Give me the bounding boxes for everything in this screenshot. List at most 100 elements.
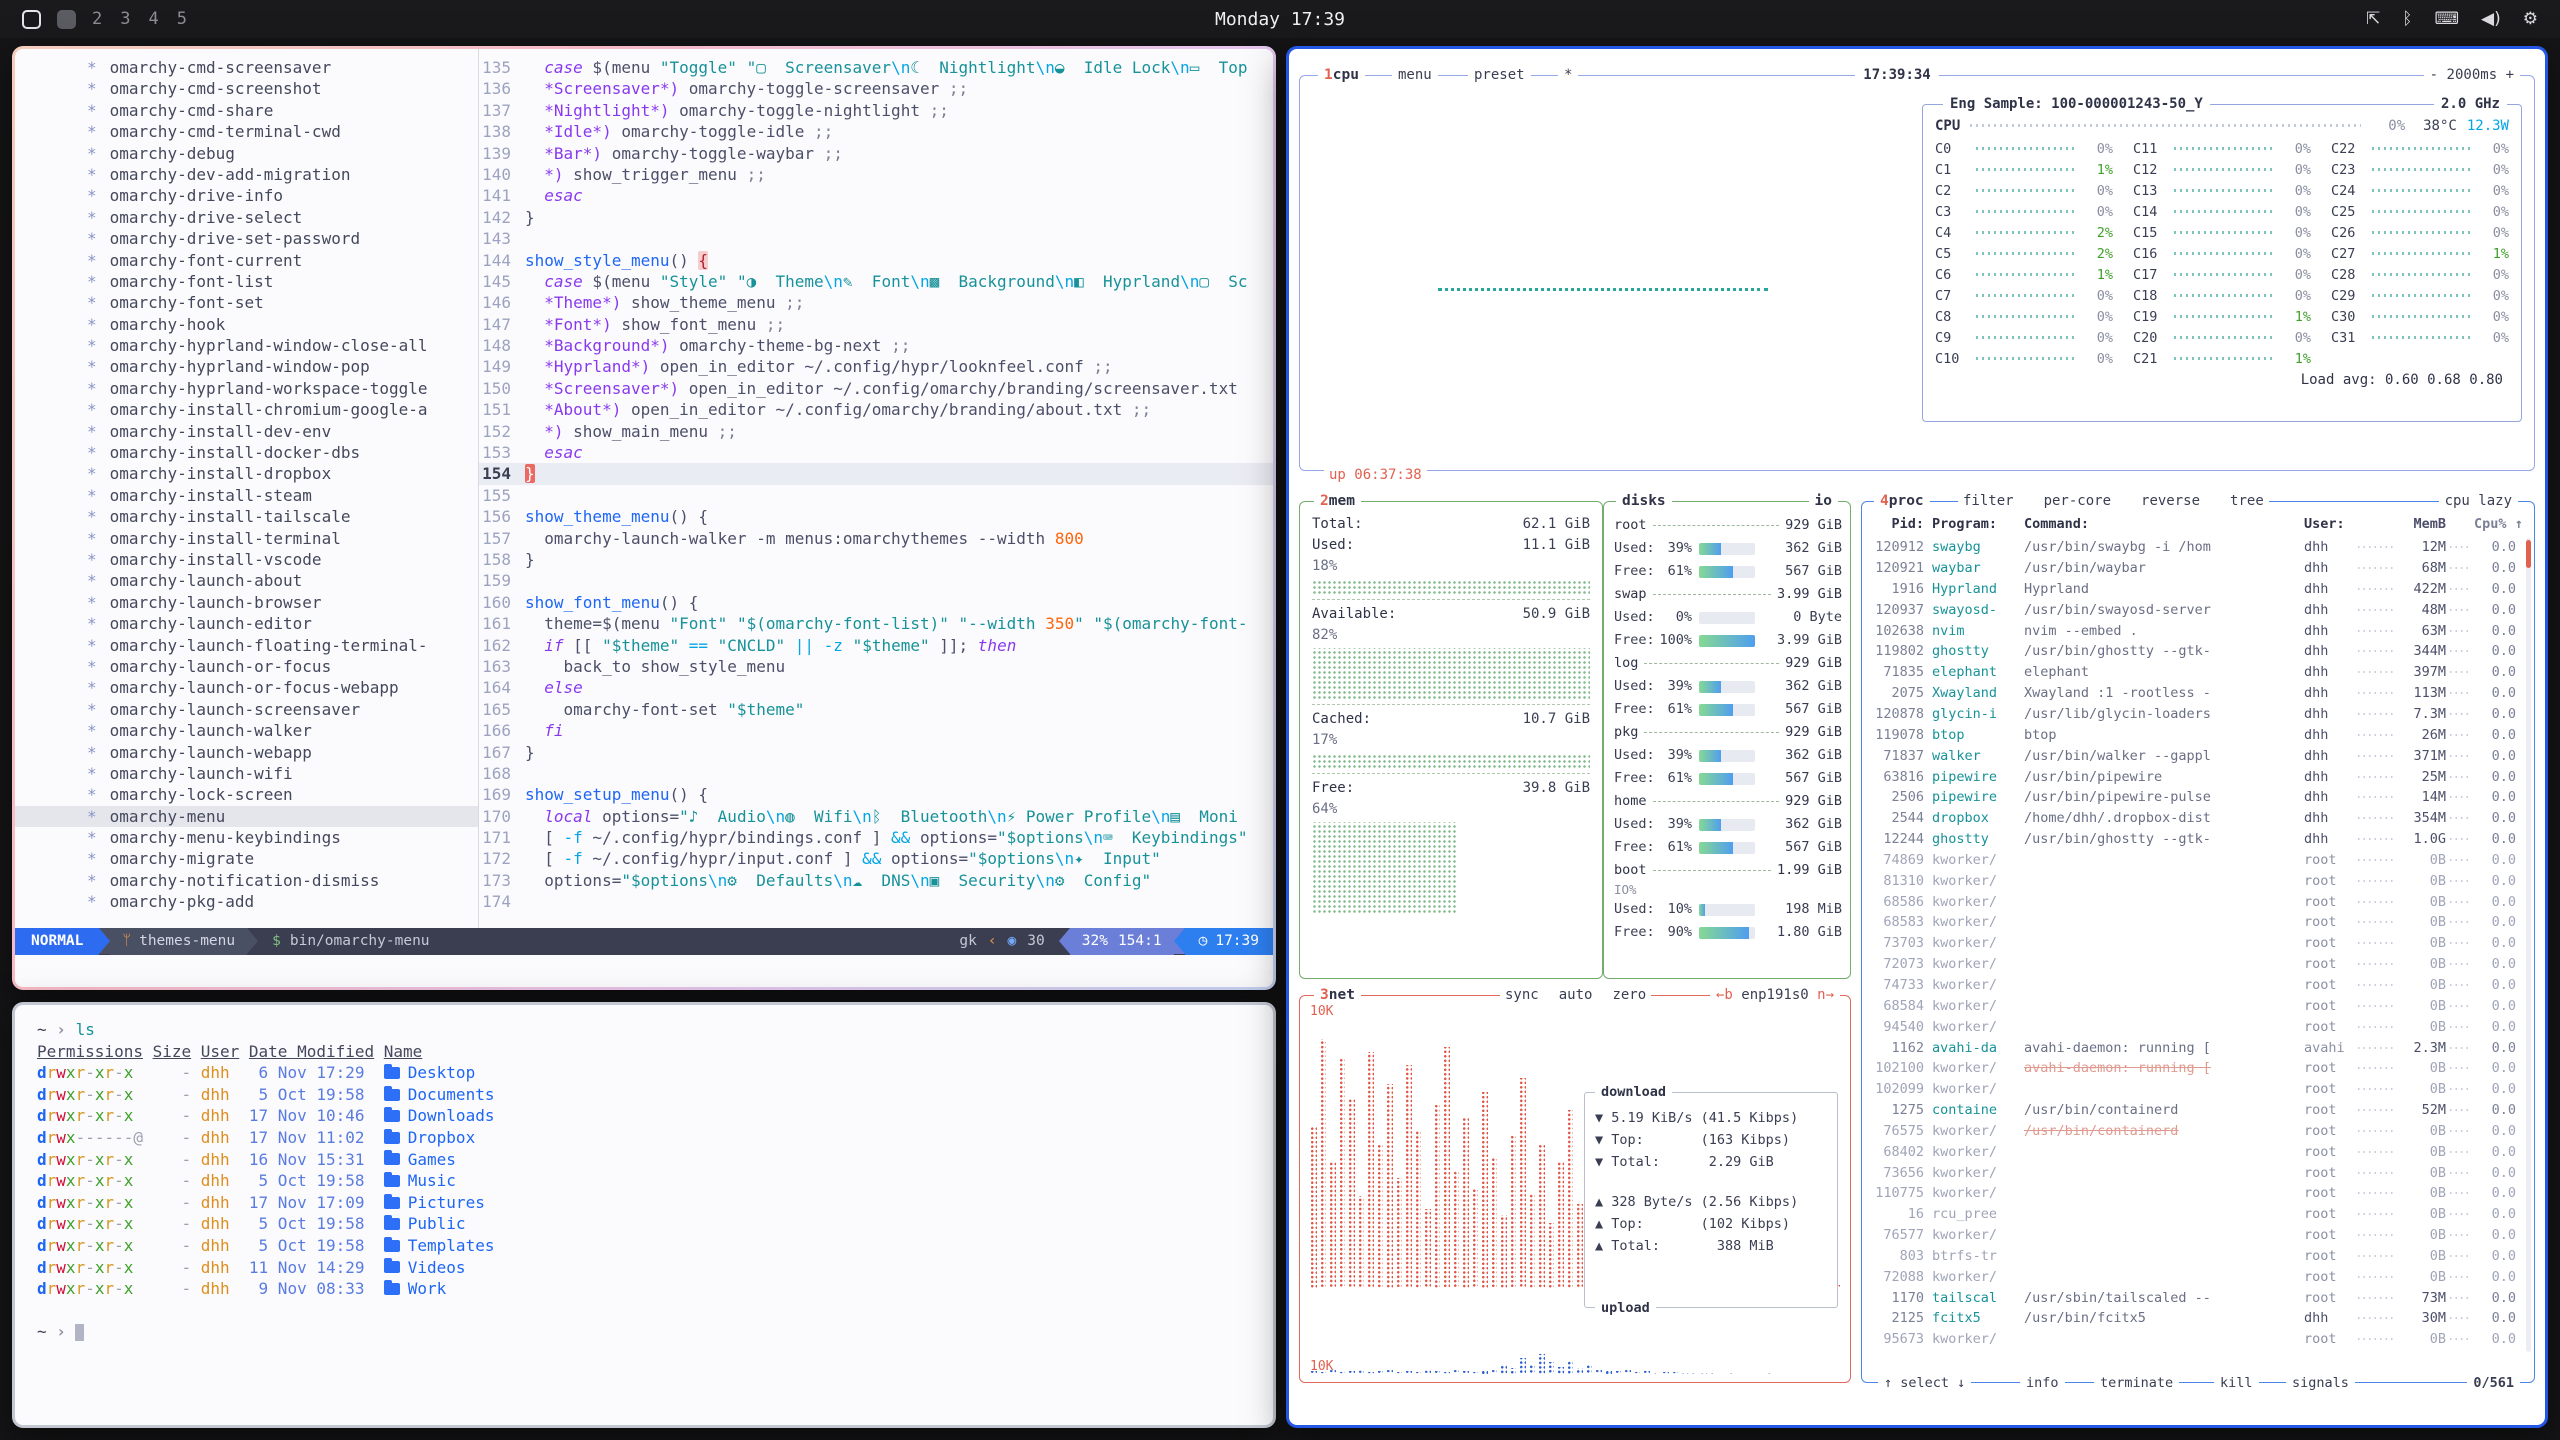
code-line[interactable]: 154}	[479, 463, 1273, 484]
code-line[interactable]: 171 [ -f ~/.config/hypr/bindings.conf ] …	[479, 827, 1273, 848]
file-item[interactable]: *omarchy-launch-floating-terminal-	[15, 635, 478, 656]
file-item[interactable]: *omarchy-hyprland-workspace-toggle	[15, 378, 478, 399]
file-item[interactable]: *omarchy-cmd-screenshot	[15, 78, 478, 99]
workspace-5[interactable]: 5	[177, 9, 187, 29]
process-row[interactable]: 76575kworker//usr/bin/containerdroot0B0.…	[1872, 1120, 2526, 1141]
process-row[interactable]: 102638nvimnvim --embed .dhh63M0.0	[1872, 620, 2526, 641]
process-row[interactable]: 76577kworker/root0B0.0	[1872, 1225, 2526, 1246]
code-line[interactable]: 166 fi	[479, 720, 1273, 741]
process-row[interactable]: 119802ghostty/usr/bin/ghostty --gtk-dhh3…	[1872, 641, 2526, 662]
workspace-1-app-icon[interactable]	[22, 10, 41, 29]
proc-info-button[interactable]: info	[2020, 1373, 2065, 1393]
code-line[interactable]: 160show_font_menu() {	[479, 592, 1273, 613]
settings-icon[interactable]: ⚙	[2523, 9, 2538, 29]
mem-box-label[interactable]: 2mem	[1314, 490, 1361, 512]
process-row[interactable]: 1916HyprlandHyprlanddhh422M0.0	[1872, 579, 2526, 600]
file-item[interactable]: *omarchy-launch-about	[15, 570, 478, 591]
code-line[interactable]: 159	[479, 570, 1273, 591]
code-line[interactable]: 142}	[479, 207, 1273, 228]
code-line[interactable]: 164 else	[479, 677, 1273, 698]
code-line[interactable]: 172 [ -f ~/.config/hypr/input.conf ] && …	[479, 848, 1273, 869]
code-line[interactable]: 138 *Idle*) omarchy-toggle-idle ;;	[479, 121, 1273, 142]
code-editor[interactable]: 135 case $(menu "Toggle" "▢ Screensaver\…	[479, 49, 1273, 928]
file-item[interactable]: *omarchy-install-docker-dbs	[15, 442, 478, 463]
volume-icon[interactable]: ◀)	[2481, 9, 2501, 29]
code-line[interactable]: 140 *) show_trigger_menu ;;	[479, 164, 1273, 185]
net-sync-button[interactable]: sync	[1505, 984, 1539, 1006]
code-line[interactable]: 153 esac	[479, 442, 1273, 463]
file-item[interactable]: *omarchy-launch-webapp	[15, 742, 478, 763]
code-line[interactable]: 174	[479, 891, 1273, 912]
file-item[interactable]: *omarchy-launch-walker	[15, 720, 478, 741]
code-line[interactable]: 173 options="$options\n⚙ Defaults\n☁ DNS…	[479, 870, 1273, 891]
code-line[interactable]: 137 *Nightlight*) omarchy-toggle-nightli…	[479, 100, 1273, 121]
keyboard-icon[interactable]: ⌨	[2434, 9, 2459, 29]
process-row[interactable]: 68584kworker/root0B0.0	[1872, 995, 2526, 1016]
file-item[interactable]: *omarchy-font-list	[15, 271, 478, 292]
prompt-line-2[interactable]: ~ ›	[37, 1321, 1273, 1343]
io-mode-toggle[interactable]: io	[1809, 490, 1838, 512]
code-line[interactable]: 147 *Font*) show_font_menu ;;	[479, 314, 1273, 335]
cpu-box-label[interactable]: 1cpu	[1318, 64, 1365, 86]
network-interface-selector[interactable]: ←b enp191s0 n→	[1710, 984, 1840, 1006]
file-item[interactable]: *omarchy-install-chromium-google-a	[15, 399, 478, 420]
file-item[interactable]: *omarchy-hook	[15, 314, 478, 335]
proc-terminate-button[interactable]: terminate	[2094, 1373, 2179, 1393]
file-item[interactable]: *omarchy-font-set	[15, 292, 478, 313]
process-row[interactable]: 120878glycin-i/usr/lib/glycin-loadersdhh…	[1872, 704, 2526, 725]
process-row[interactable]: 72088kworker/root0B0.0	[1872, 1266, 2526, 1287]
process-row[interactable]: 12244ghostty/usr/bin/ghostty --gtk-dhh1.…	[1872, 829, 2526, 850]
process-row[interactable]: 2125fcitx5/usr/bin/fcitx5dhh30M0.0	[1872, 1308, 2526, 1329]
refresh-interval-control[interactable]: - 2000ms +	[2424, 64, 2520, 86]
code-line[interactable]: 161 theme=$(menu "Font" "$(omarchy-font-…	[479, 613, 1273, 634]
proc-box-label[interactable]: 4proc	[1874, 490, 1930, 512]
terminal-window[interactable]: ~ › ls PermissionsSizeUserDate ModifiedN…	[12, 1002, 1276, 1428]
code-line[interactable]: 167}	[479, 742, 1273, 763]
file-item[interactable]: *omarchy-cmd-share	[15, 100, 478, 121]
proc-tab-tree[interactable]: tree	[2230, 490, 2264, 512]
code-line[interactable]: 143	[479, 228, 1273, 249]
neovim-window[interactable]: *omarchy-cmd-screensaver*omarchy-cmd-scr…	[12, 46, 1276, 990]
code-line[interactable]: 157 omarchy-launch-walker -m menus:omarc…	[479, 528, 1273, 549]
code-line[interactable]: 139 *Bar*) omarchy-toggle-waybar ;;	[479, 143, 1273, 164]
net-zero-button[interactable]: zero	[1612, 984, 1646, 1006]
file-item[interactable]: *omarchy-launch-or-focus	[15, 656, 478, 677]
command-line[interactable]	[15, 955, 1273, 987]
file-item[interactable]: *omarchy-launch-editor	[15, 613, 478, 634]
proc-scrollbar[interactable]	[2526, 538, 2531, 1352]
file-item[interactable]: *omarchy-launch-browser	[15, 592, 478, 613]
code-line[interactable]: 146 *Theme*) show_theme_menu ;;	[479, 292, 1273, 313]
process-row[interactable]: 803btrfs-trroot0B0.0	[1872, 1246, 2526, 1267]
workspace-1-app-icon-2[interactable]	[57, 10, 76, 29]
proc-tab-filter[interactable]: filter	[1963, 490, 2014, 512]
btop-menu-button[interactable]: menu	[1392, 64, 1438, 86]
process-row[interactable]: 68586kworker/root0B0.0	[1872, 891, 2526, 912]
code-line[interactable]: 158}	[479, 549, 1273, 570]
process-row[interactable]: 63816pipewire/usr/bin/pipewiredhh25M0.0	[1872, 766, 2526, 787]
net-box-label[interactable]: 3net	[1314, 984, 1361, 1006]
btop-preset-button[interactable]: preset	[1468, 64, 1531, 86]
proc-tab-reverse[interactable]: reverse	[2141, 490, 2200, 512]
process-row[interactable]: 16rcu_preeroot0B0.0	[1872, 1204, 2526, 1225]
process-row[interactable]: 1275containe/usr/bin/containerdroot52M0.…	[1872, 1100, 2526, 1121]
file-item[interactable]: *omarchy-hyprland-window-pop	[15, 356, 478, 377]
code-line[interactable]: 136 *Screensaver*) omarchy-toggle-screen…	[479, 78, 1273, 99]
process-row[interactable]: 2075XwaylandXwayland :1 -rootless -dhh11…	[1872, 683, 2526, 704]
code-line[interactable]: 141 esac	[479, 185, 1273, 206]
proc-tab-per-core[interactable]: per-core	[2044, 490, 2111, 512]
code-line[interactable]: 152 *) show_main_menu ;;	[479, 421, 1273, 442]
process-row[interactable]: 2544dropbox/home/dhh/.dropbox-distdhh354…	[1872, 808, 2526, 829]
iface-next-key[interactable]: n→	[1817, 987, 1834, 1003]
file-item[interactable]: *omarchy-notification-dismiss	[15, 870, 478, 891]
process-row[interactable]: 120912swaybg/usr/bin/swaybg -i /homdhh12…	[1872, 537, 2526, 558]
workspace-2[interactable]: 2	[92, 9, 102, 29]
file-item[interactable]: *omarchy-launch-or-focus-webapp	[15, 677, 478, 698]
code-line[interactable]: 165 omarchy-font-set "$theme"	[479, 699, 1273, 720]
process-row[interactable]: 2506pipewire/usr/bin/pipewire-pulsedhh14…	[1872, 787, 2526, 808]
process-row[interactable]: 73703kworker/root0B0.0	[1872, 933, 2526, 954]
process-row[interactable]: 102099kworker/root0B0.0	[1872, 1079, 2526, 1100]
file-item[interactable]: *omarchy-install-steam	[15, 485, 478, 506]
process-row[interactable]: 119078btopbtopdhh26M0.0	[1872, 724, 2526, 745]
code-line[interactable]: 149 *Hyprland*) open_in_editor ~/.config…	[479, 356, 1273, 377]
file-item[interactable]: *omarchy-menu-keybindings	[15, 827, 478, 848]
